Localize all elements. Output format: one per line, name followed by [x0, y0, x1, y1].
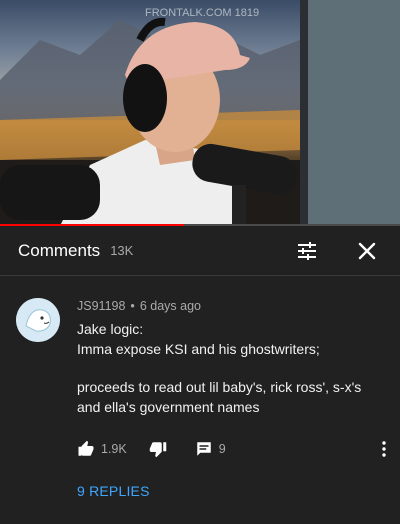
comment-text-line: Jake logic: [77, 321, 144, 337]
comments-header: Comments 13K [0, 226, 400, 276]
comments-title: Comments [18, 240, 101, 260]
video-watermark: FRONTALK.COM 1819 [145, 7, 259, 19]
comment-time: 6 days ago [139, 299, 201, 313]
thumb-up-icon [78, 440, 94, 456]
reply-bubble-icon [196, 442, 211, 456]
comment-text-line: Imma expose KSI and his ghostwriters; [77, 341, 320, 357]
close-icon [358, 242, 376, 259]
reply-button[interactable]: 9 [195, 440, 226, 458]
avatar-character-icon [16, 298, 60, 342]
comment-actions: 1.9K 9 [77, 438, 387, 460]
comment-meta: JS91198 • 6 days ago [77, 299, 387, 313]
thumb-down-icon [149, 442, 166, 458]
more-vert-icon [382, 441, 386, 457]
meta-separator: • [130, 299, 135, 313]
comment-text-blank-line [77, 359, 387, 377]
view-replies-link[interactable]: 9 REPLIES [77, 483, 150, 499]
comments-count: 13K [110, 243, 134, 258]
like-count: 1.9K [101, 442, 127, 456]
dislike-button[interactable] [149, 440, 167, 458]
comment-text-line: and ella's government names [77, 399, 260, 415]
avatar[interactable] [16, 298, 60, 342]
sort-comments-button[interactable] [292, 236, 322, 266]
reply-count: 9 [218, 442, 226, 456]
like-button[interactable]: 1.9K [77, 440, 127, 458]
video-player[interactable]: FRONTALK.COM 1819 [0, 0, 400, 226]
video-frame-image: FRONTALK.COM 1819 [0, 0, 400, 226]
comment-text-line: proceeds to read out lil baby's, rick ro… [77, 379, 362, 395]
comment-author[interactable]: JS91198 [77, 299, 125, 313]
close-comments-button[interactable] [352, 236, 382, 266]
comment-body: JS91198 • 6 days ago Jake logic: Imma ex… [77, 299, 387, 417]
more-options-button[interactable] [375, 440, 393, 458]
tune-icon [298, 241, 316, 260]
